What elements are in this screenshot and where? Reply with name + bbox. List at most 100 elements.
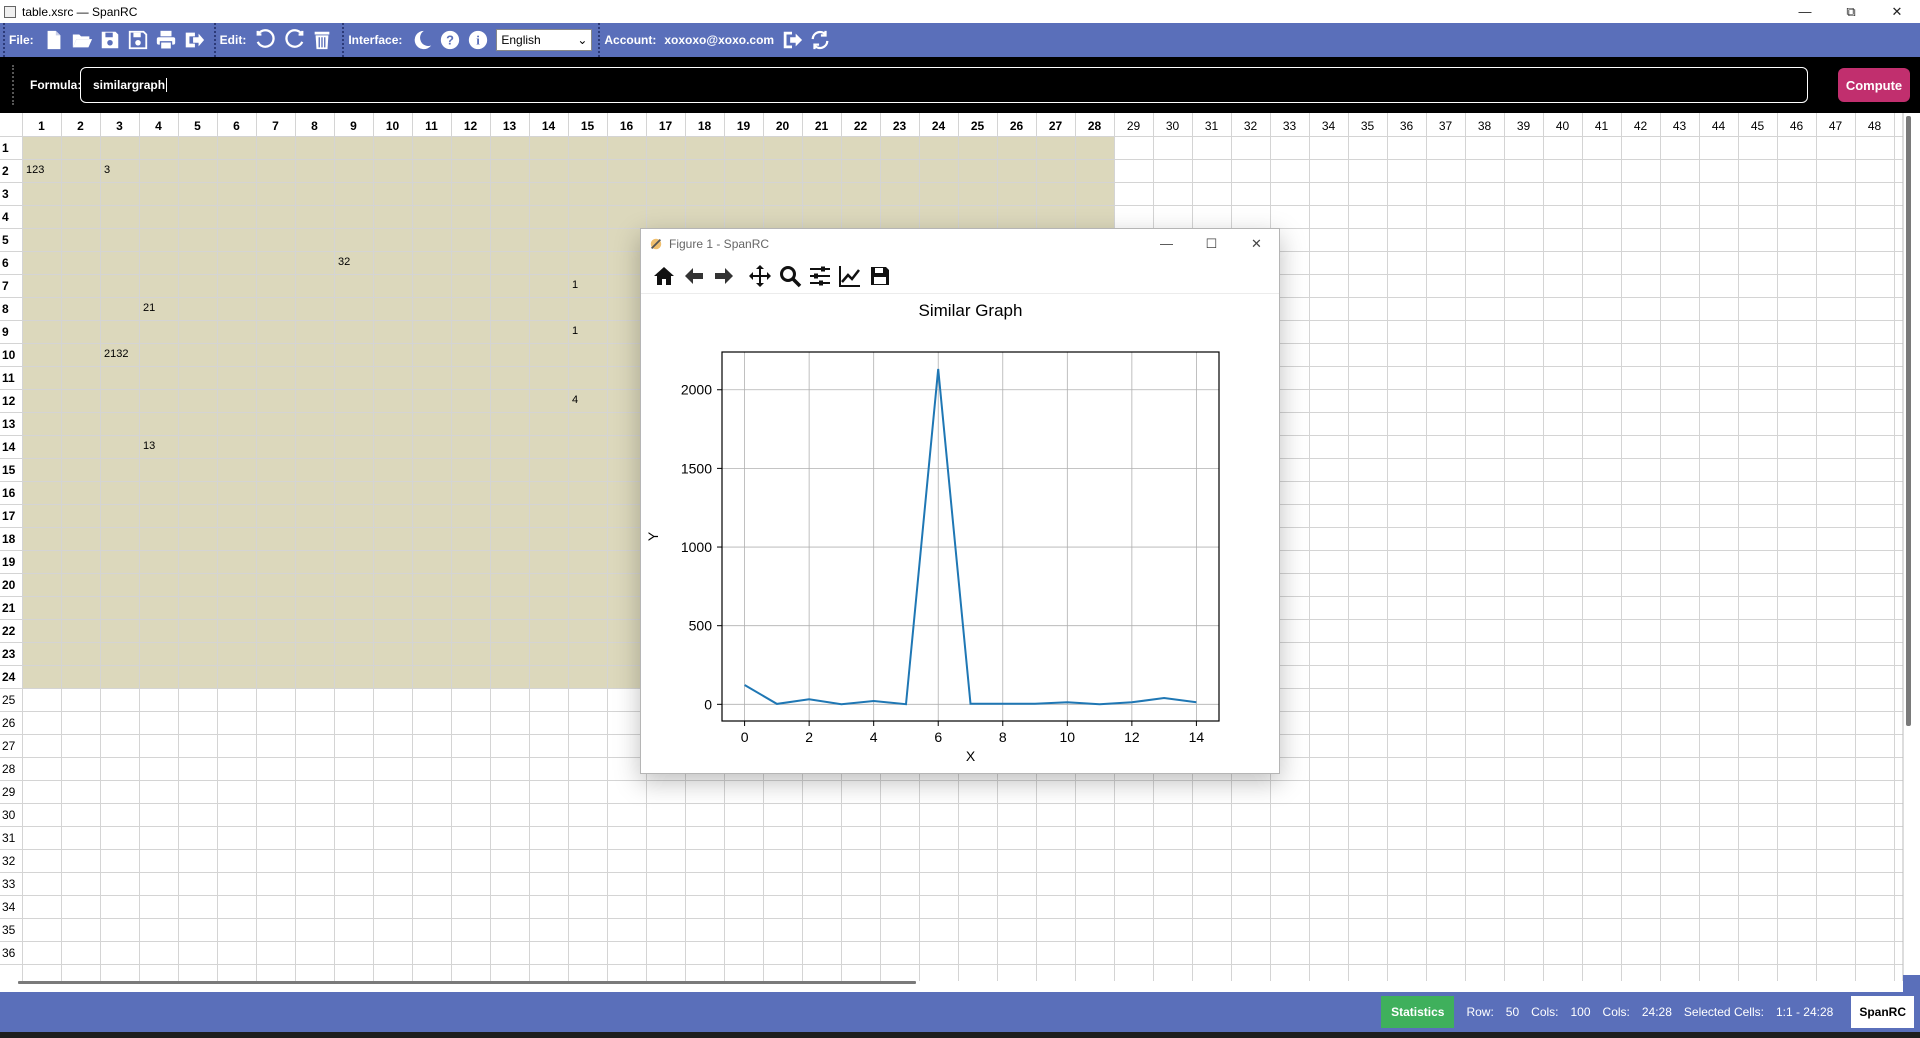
column-header[interactable]: 32 (1231, 119, 1270, 133)
row-header[interactable]: 6 (2, 256, 20, 270)
back-icon[interactable] (679, 261, 709, 291)
figure-window[interactable]: Figure 1 - SpanRC — ☐ ✕ Similar Graph 0 … (640, 228, 1280, 774)
row-header[interactable]: 11 (2, 371, 20, 385)
help-icon[interactable]: ? (436, 26, 464, 54)
column-header[interactable]: 41 (1582, 119, 1621, 133)
cell-value[interactable]: 13 (143, 440, 155, 452)
column-header[interactable]: 37 (1426, 119, 1465, 133)
restore-button[interactable]: ⧉ (1828, 0, 1874, 23)
row-header[interactable]: 24 (2, 670, 20, 684)
column-header[interactable]: 44 (1699, 119, 1738, 133)
vertical-scrollbar[interactable] (1906, 116, 1911, 726)
column-header[interactable]: 19 (724, 119, 763, 133)
column-header[interactable]: 35 (1348, 119, 1387, 133)
cell-value[interactable]: 3 (104, 164, 110, 176)
column-header[interactable]: 16 (607, 119, 646, 133)
row-header[interactable]: 16 (2, 486, 20, 500)
row-header[interactable]: 8 (2, 302, 20, 316)
figure-minimize-button[interactable]: — (1144, 229, 1189, 258)
row-header[interactable]: 26 (2, 716, 20, 730)
cell-value[interactable]: 1 (572, 325, 578, 337)
column-header[interactable]: 14 (529, 119, 568, 133)
cell-value[interactable]: 1 (572, 279, 578, 291)
redo-icon[interactable] (280, 26, 308, 54)
trash-icon[interactable] (308, 26, 336, 54)
row-header[interactable]: 10 (2, 348, 20, 362)
column-header[interactable]: 48 (1855, 119, 1894, 133)
configure-subplots-icon[interactable] (805, 261, 835, 291)
column-header[interactable]: 17 (646, 119, 685, 133)
row-header[interactable]: 12 (2, 394, 20, 408)
column-header[interactable]: 4 (139, 119, 178, 133)
column-header[interactable]: 26 (997, 119, 1036, 133)
formula-input[interactable]: similargraph (80, 67, 1808, 103)
column-header[interactable]: 22 (841, 119, 880, 133)
row-header[interactable]: 14 (2, 440, 20, 454)
row-header[interactable]: 9 (2, 325, 20, 339)
column-header[interactable]: 6 (217, 119, 256, 133)
save-figure-icon[interactable] (865, 261, 895, 291)
row-header[interactable]: 13 (2, 417, 20, 431)
column-header[interactable]: 18 (685, 119, 724, 133)
column-header[interactable]: 43 (1660, 119, 1699, 133)
language-select[interactable]: English ⌄ (496, 29, 593, 51)
row-header[interactable]: 23 (2, 647, 20, 661)
logout-icon[interactable] (778, 26, 806, 54)
row-header[interactable]: 29 (2, 785, 20, 799)
row-header[interactable]: 30 (2, 808, 20, 822)
undo-icon[interactable] (252, 26, 280, 54)
save-icon[interactable] (96, 26, 124, 54)
column-header[interactable]: 27 (1036, 119, 1075, 133)
column-header[interactable]: 45 (1738, 119, 1777, 133)
column-header[interactable]: 42 (1621, 119, 1660, 133)
column-header[interactable]: 24 (919, 119, 958, 133)
column-header[interactable]: 38 (1465, 119, 1504, 133)
cell-value[interactable]: 4 (572, 394, 578, 406)
row-header[interactable]: 34 (2, 900, 20, 914)
row-header[interactable]: 20 (2, 578, 20, 592)
row-header[interactable]: 17 (2, 509, 20, 523)
edit-axis-icon[interactable] (835, 261, 865, 291)
figure-close-button[interactable]: ✕ (1234, 229, 1279, 258)
column-header[interactable]: 34 (1309, 119, 1348, 133)
print-icon[interactable] (152, 26, 180, 54)
row-header[interactable]: 3 (2, 187, 20, 201)
close-button[interactable]: ✕ (1874, 0, 1920, 23)
cell-value[interactable]: 123 (26, 164, 44, 176)
row-header[interactable]: 15 (2, 463, 20, 477)
export-icon[interactable] (180, 26, 208, 54)
row-header[interactable]: 32 (2, 854, 20, 868)
column-header[interactable]: 9 (334, 119, 373, 133)
cell-value[interactable]: 2132 (104, 348, 128, 360)
column-header[interactable]: 1 (22, 119, 61, 133)
column-header[interactable]: 31 (1192, 119, 1231, 133)
dark-mode-icon[interactable] (408, 26, 436, 54)
column-header[interactable]: 5 (178, 119, 217, 133)
row-header[interactable]: 35 (2, 923, 20, 937)
column-header[interactable]: 28 (1075, 119, 1114, 133)
column-header[interactable]: 47 (1816, 119, 1855, 133)
column-header[interactable]: 7 (256, 119, 295, 133)
row-header[interactable]: 36 (2, 946, 20, 960)
cell-value[interactable]: 21 (143, 302, 155, 314)
row-header[interactable]: 22 (2, 624, 20, 638)
row-header[interactable]: 19 (2, 555, 20, 569)
row-header[interactable]: 31 (2, 831, 20, 845)
minimize-button[interactable]: — (1782, 0, 1828, 23)
column-header[interactable]: 20 (763, 119, 802, 133)
row-header[interactable]: 1 (2, 141, 20, 155)
column-header[interactable]: 10 (373, 119, 412, 133)
column-header[interactable]: 13 (490, 119, 529, 133)
column-header[interactable]: 2 (61, 119, 100, 133)
figure-maximize-button[interactable]: ☐ (1189, 229, 1234, 258)
info-icon[interactable]: i (464, 26, 492, 54)
compute-button[interactable]: Compute (1838, 68, 1910, 102)
column-header[interactable]: 25 (958, 119, 997, 133)
home-icon[interactable] (649, 261, 679, 291)
column-header[interactable]: 23 (880, 119, 919, 133)
statistics-button[interactable]: Statistics (1381, 996, 1455, 1028)
forward-icon[interactable] (709, 261, 739, 291)
row-header[interactable]: 28 (2, 762, 20, 776)
column-header[interactable]: 3 (100, 119, 139, 133)
column-header[interactable]: 12 (451, 119, 490, 133)
